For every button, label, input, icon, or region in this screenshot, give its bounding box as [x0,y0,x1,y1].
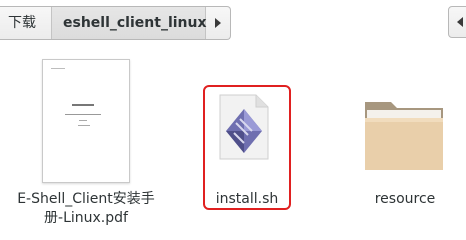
breadcrumb-eshell-client-linux[interactable]: eshell_client_linux [52,7,207,39]
file-name: install.sh [215,191,279,207]
folder-icon [365,102,443,170]
path-bar: 下载 eshell_client_linux [0,0,466,46]
chevron-right-icon [215,18,221,28]
breadcrumb: 下载 eshell_client_linux [0,6,231,40]
pdf-document-thumbnail-icon [42,59,130,183]
file-name: resource [374,191,436,207]
chevron-left-icon [457,17,463,27]
scroll-right-button[interactable] [448,6,466,38]
file-name-line-2: 册-Linux.pdf [44,210,128,226]
shell-script-icon [219,94,269,160]
breadcrumb-downloads[interactable]: 下载 [0,7,52,39]
breadcrumb-forward-button[interactable] [206,7,230,39]
file-name-line-1: E-Shell_Client安装手 [17,191,155,207]
